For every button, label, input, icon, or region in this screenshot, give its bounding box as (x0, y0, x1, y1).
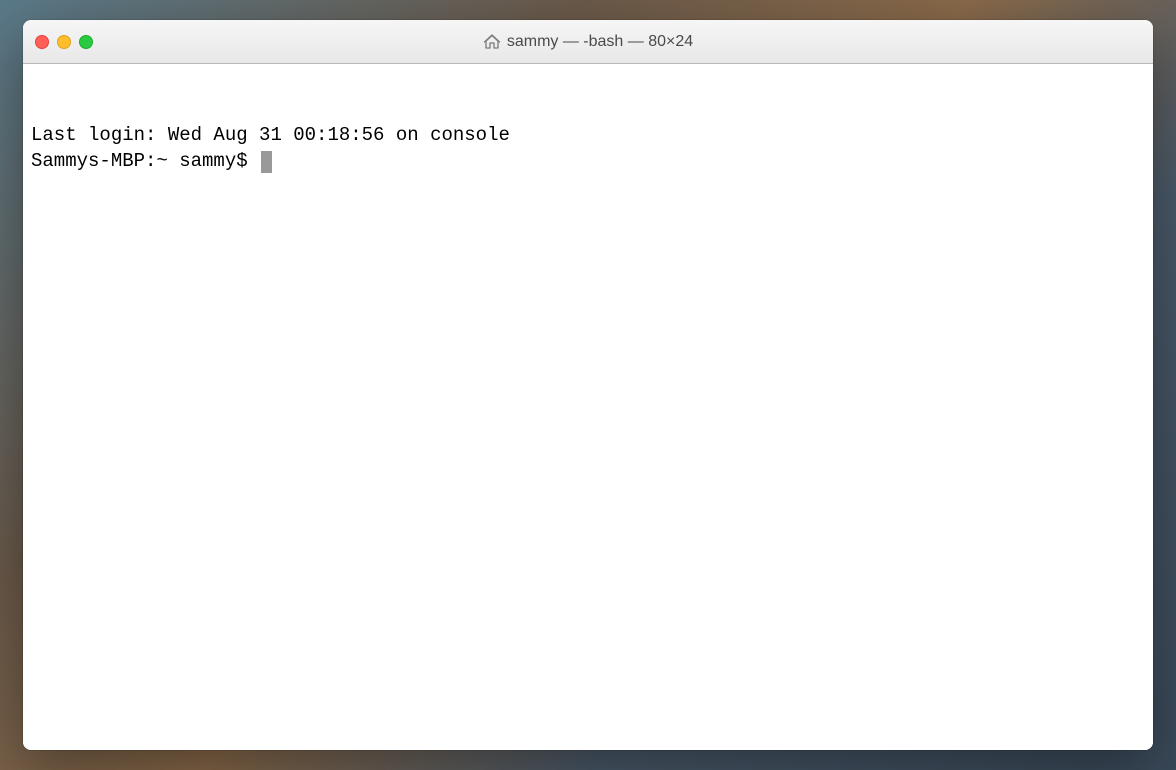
titlebar[interactable]: sammy — -bash — 80×24 (23, 20, 1153, 64)
title-content: sammy — -bash — 80×24 (23, 33, 1153, 51)
traffic-lights (35, 35, 93, 49)
terminal-window: sammy — -bash — 80×24 Last login: Wed Au… (23, 20, 1153, 750)
prompt-text: Sammys-MBP:~ sammy$ (31, 149, 259, 175)
window-title: sammy — -bash — 80×24 (507, 33, 693, 51)
cursor (261, 151, 272, 173)
minimize-button[interactable] (57, 35, 71, 49)
terminal-content[interactable]: Last login: Wed Aug 31 00:18:56 on conso… (23, 64, 1153, 750)
close-button[interactable] (35, 35, 49, 49)
home-icon (483, 33, 501, 51)
prompt-line: Sammys-MBP:~ sammy$ (31, 149, 1145, 175)
last-login-line: Last login: Wed Aug 31 00:18:56 on conso… (31, 123, 1145, 149)
maximize-button[interactable] (79, 35, 93, 49)
